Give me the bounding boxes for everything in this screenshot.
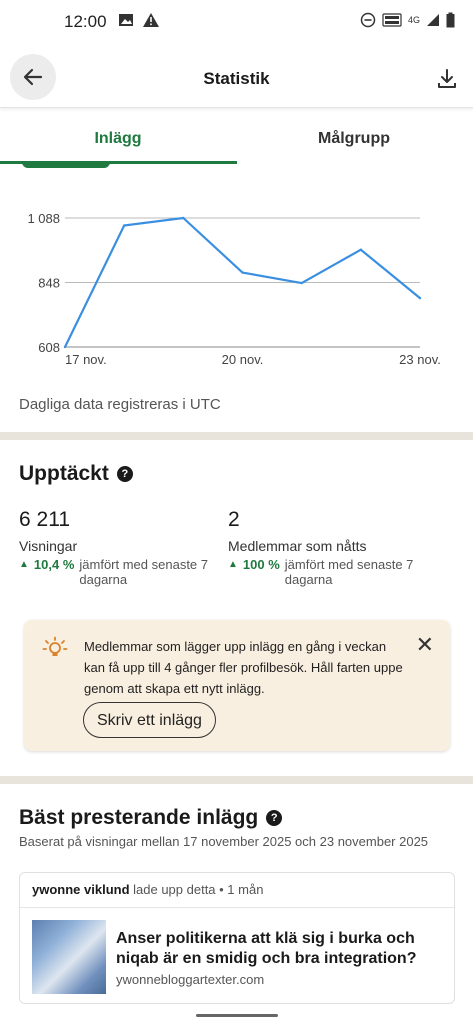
metric-members-reached: 2 Medlemmar som nåtts ▲ 100 % jämfört me… (228, 508, 433, 587)
y-tick-label: 608 (38, 340, 60, 355)
write-post-button[interactable]: Skriv ett inlägg (83, 702, 216, 738)
data-point[interactable] (122, 224, 126, 227)
top-posts-subtitle: Baserat på visningar mellan 17 november … (19, 834, 429, 849)
download-icon (438, 69, 456, 88)
arrow-up-icon: ▲ (228, 559, 238, 570)
network-type: 4G (407, 15, 420, 25)
page-title: Statistik (203, 69, 270, 88)
metric-percent: 100 % (242, 557, 280, 572)
data-point[interactable] (241, 271, 244, 274)
section-divider (0, 776, 473, 784)
y-tick-label: 1 088 (27, 211, 60, 226)
tip-text: Medlemmar som lägger upp inlägg en gång … (84, 639, 403, 696)
line-chart: 1 088 848 608 17 nov. 20 nov. 23 nov. (27, 211, 441, 367)
help-icon[interactable]: ? (116, 466, 133, 482)
tip-card: Medlemmar som lägger upp inlägg en gång … (24, 620, 450, 751)
tab-posts[interactable]: Inlägg (0, 112, 236, 166)
metric-value: 2 (228, 508, 240, 531)
metric-change: ▲ 100 % jämfört med senaste 7 dagarna (228, 557, 433, 587)
download-button[interactable] (435, 67, 459, 91)
status-bar: 12:00 4G (0, 0, 473, 44)
views-chart: 1 088 848 608 17 nov. 20 nov. 23 nov. (0, 200, 473, 380)
do-not-disturb-icon (360, 12, 376, 28)
discovery-title: Upptäckt ? (19, 462, 133, 486)
x-tick-label: 20 nov. (222, 352, 264, 367)
post-author[interactable]: ywonne viklund (32, 882, 130, 897)
top-posts-title: Bäst presterande inlägg ? (19, 806, 283, 830)
battery-icon (446, 12, 455, 28)
help-icon[interactable]: ? (266, 810, 283, 826)
metric-percent: 10,4 % (33, 557, 75, 572)
tab-indicator-pill (22, 162, 110, 168)
warning-icon (143, 13, 159, 27)
x-tick-label: 17 nov. (65, 352, 107, 367)
tab-audience[interactable]: Målgrupp (236, 112, 472, 166)
app-bar: Statistik (0, 50, 473, 108)
metric-label: Medlemmar som nåtts (228, 538, 367, 554)
data-point[interactable] (63, 345, 67, 349)
tab-bar: Inlägg Målgrupp (0, 112, 473, 166)
metric-value: 6 211 (19, 508, 70, 531)
signal-icon (427, 14, 439, 26)
y-tick-label: 848 (38, 276, 60, 291)
data-point[interactable] (359, 248, 363, 251)
close-icon[interactable]: ✕ (416, 634, 434, 656)
metric-compare: jämfört med senaste 7 dagarna (284, 557, 414, 587)
metric-compare: jämfört med senaste 7 dagarna (79, 557, 209, 587)
post-divider (20, 907, 454, 908)
volte-icon (382, 13, 402, 27)
metric-views: 6 211 Visningar ▲ 10,4 % jämfört med sen… (19, 508, 214, 587)
image-icon (119, 14, 133, 26)
metric-change: ▲ 10,4 % jämfört med senaste 7 dagarna (19, 557, 214, 587)
metric-label: Visningar (19, 538, 78, 554)
post-card[interactable]: ywonne viklund lade upp detta • 1 mån An… (19, 872, 455, 1004)
data-point[interactable] (300, 281, 303, 285)
lightbulb-icon (42, 636, 68, 656)
status-time: 12:00 (64, 12, 107, 31)
arrow-up-icon: ▲ (19, 559, 29, 570)
chart-note: Dagliga data registreras i UTC (19, 396, 221, 413)
data-point[interactable] (418, 296, 422, 300)
post-title[interactable]: Anser politikerna att klä sig i burka oc… (116, 929, 436, 969)
section-divider (0, 432, 473, 440)
data-point[interactable] (182, 216, 185, 220)
x-tick-label: 23 nov. (399, 352, 441, 367)
post-meta: lade upp detta • 1 mån (129, 882, 264, 897)
post-author-line: ywonne viklund lade upp detta • 1 mån (32, 882, 263, 897)
home-indicator[interactable] (196, 1014, 278, 1017)
post-domain: ywonnebloggartexter.com (116, 972, 265, 987)
post-thumbnail[interactable] (32, 920, 106, 994)
